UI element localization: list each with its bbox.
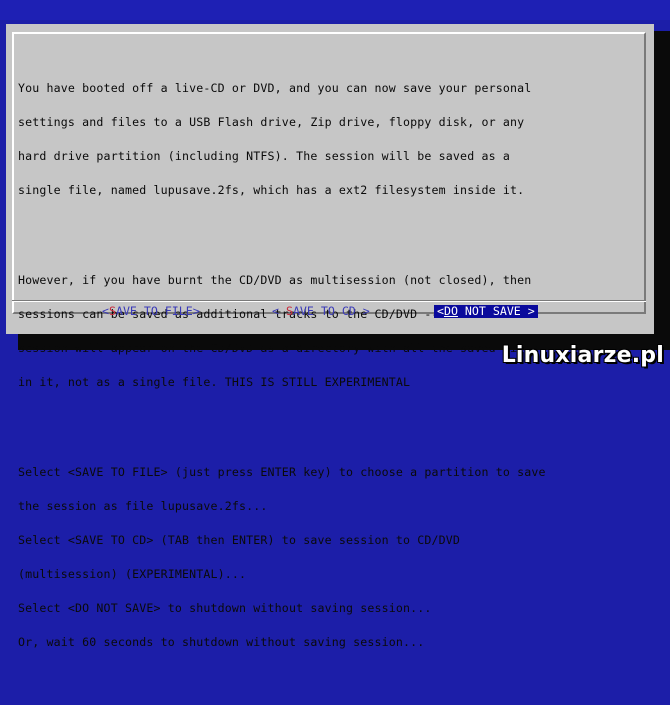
- bracket-open: <: [272, 304, 286, 318]
- message-line: settings and files to a USB Flash drive,…: [18, 115, 525, 130]
- save-session-dialog: You have booted off a live-CD or DVD, an…: [6, 24, 654, 648]
- bracket-open: <: [437, 304, 444, 318]
- hotkey-letter: DO: [443, 304, 458, 318]
- message-line: single file, named lupusave.2fs, which h…: [18, 182, 525, 197]
- message-line: in it, not as a single file. THIS IS STI…: [18, 374, 411, 389]
- paragraph-instructions: Select <SAVE TO FILE> (just press ENTER …: [18, 445, 644, 671]
- message-line: hard drive partition (including NTFS). T…: [18, 148, 510, 163]
- message-line: Select <SAVE TO FILE> (just press ENTER …: [18, 465, 546, 480]
- hotkey-letter: S: [285, 304, 293, 318]
- message-line: However, if you have burnt the CD/DVD as…: [18, 273, 532, 288]
- message-line: You have booted off a live-CD or DVD, an…: [18, 81, 532, 96]
- bracket-open: <: [102, 304, 109, 318]
- watermark-logo: Linuxiarze.pl: [501, 343, 664, 368]
- message-line: Select <SAVE TO CD> (TAB then ENTER) to …: [18, 533, 461, 548]
- message-line: Select <DO NOT SAVE> to shutdown without…: [18, 600, 432, 615]
- message-line: the session as file lupusave.2fs...: [18, 499, 268, 514]
- dialog-message: You have booted off a live-CD or DVD, an…: [18, 38, 644, 705]
- button-label: AVE TO FILE>: [115, 304, 200, 318]
- hotkey-letter: S: [108, 304, 116, 318]
- save-to-cd-button[interactable]: < SAVE TO CD >: [272, 305, 370, 318]
- message-line: (multisession) (EXPERIMENTAL)...: [18, 566, 247, 581]
- button-divider: [12, 300, 646, 302]
- save-to-file-button[interactable]: <SAVE TO FILE>: [102, 305, 200, 318]
- button-label: NOT SAVE >: [457, 304, 535, 318]
- paragraph-multisession: However, if you have burnt the CD/DVD as…: [18, 253, 644, 411]
- message-line: Or, wait 60 seconds to shutdown without …: [18, 634, 425, 649]
- top-strip: [0, 0, 670, 20]
- paragraph-intro: You have booted off a live-CD or DVD, an…: [18, 61, 644, 219]
- button-label: AVE TO CD >: [292, 304, 370, 318]
- do-not-save-button[interactable]: <DO NOT SAVE >: [434, 305, 538, 318]
